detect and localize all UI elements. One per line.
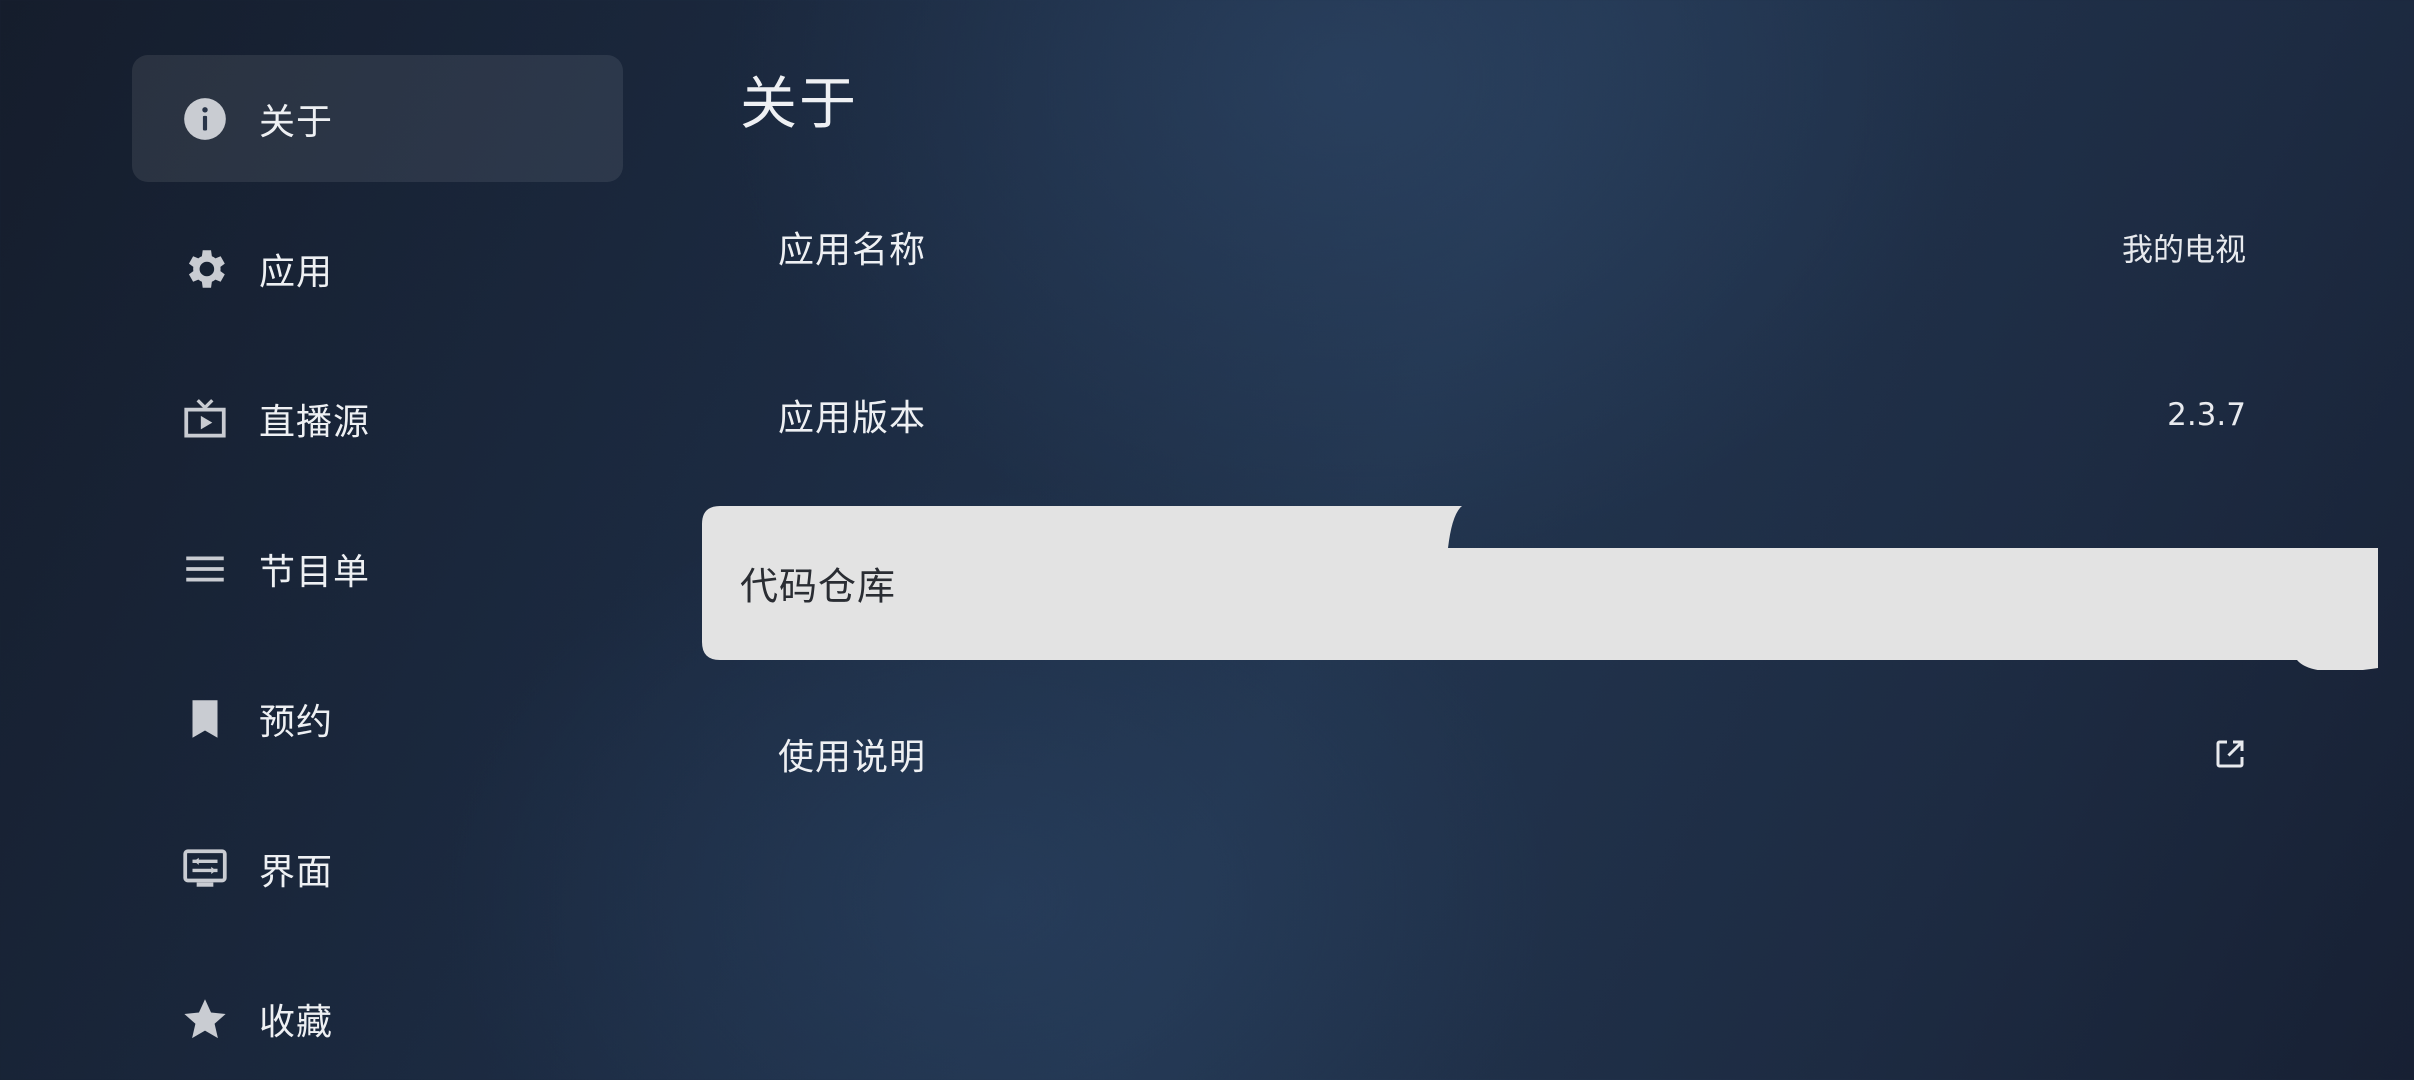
sidebar-item-ui[interactable]: 界面 <box>132 805 623 932</box>
sidebar: 关于 应用 直播源 节目单 预约 界面 收藏 <box>132 55 623 1080</box>
sidebar-item-label: 应用 <box>259 251 334 293</box>
gear-icon <box>180 244 230 294</box>
sidebar-item-label: 关于 <box>259 101 334 143</box>
focus-highlight <box>702 506 2378 670</box>
row-label: 应用版本 <box>778 397 927 439</box>
sidebar-item-label: 预约 <box>259 701 334 743</box>
sidebar-item-favorites[interactable]: 收藏 <box>132 955 623 1080</box>
setting-row-code-repo[interactable]: 代码仓库 <box>702 506 2378 670</box>
star-icon <box>180 994 230 1044</box>
info-icon <box>180 94 230 144</box>
sidebar-item-label: 节目单 <box>259 551 371 593</box>
sidebar-item-label: 界面 <box>259 851 334 893</box>
row-label: 使用说明 <box>778 736 927 778</box>
list-icon <box>180 544 230 594</box>
sidebar-item-about[interactable]: 关于 <box>132 55 623 182</box>
sidebar-item-label: 直播源 <box>259 401 371 443</box>
row-label: 应用名称 <box>778 229 927 271</box>
row-value: 2.3.7 <box>2167 396 2246 433</box>
sidebar-item-epg[interactable]: 节目单 <box>132 505 623 632</box>
row-value: 我的电视 <box>2122 232 2246 268</box>
open-in-new-icon <box>2212 736 2248 772</box>
setting-row-app-version[interactable]: 应用版本 2.3.7 <box>702 338 2378 491</box>
display-settings-icon <box>180 844 230 894</box>
sidebar-item-live-source[interactable]: 直播源 <box>132 355 623 482</box>
setting-row-usage-guide[interactable]: 使用说明 <box>702 677 2378 830</box>
sidebar-item-app[interactable]: 应用 <box>132 205 623 332</box>
live-tv-icon <box>180 394 230 444</box>
row-label: 代码仓库 <box>740 564 897 609</box>
setting-row-app-name[interactable]: 应用名称 我的电视 <box>702 170 2378 323</box>
sidebar-item-label: 收藏 <box>259 1001 334 1043</box>
sidebar-item-reserve[interactable]: 预约 <box>132 655 623 782</box>
bookmark-icon <box>180 694 230 744</box>
page-title: 关于 <box>740 71 858 137</box>
